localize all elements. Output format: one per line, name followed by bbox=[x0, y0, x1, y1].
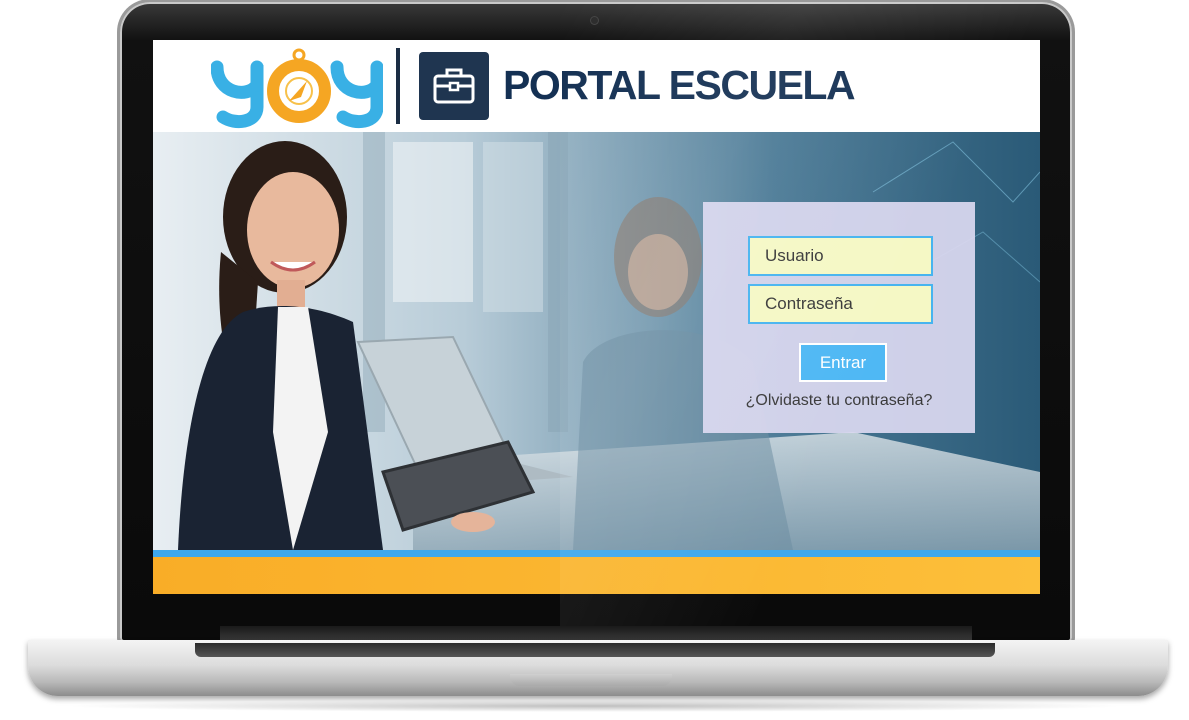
login-button[interactable]: Entrar bbox=[799, 343, 887, 382]
password-input[interactable] bbox=[748, 284, 933, 324]
briefcase-icon bbox=[433, 68, 475, 104]
hero-banner: Entrar ¿Olvidaste tu contraseña? bbox=[153, 132, 1040, 550]
laptop-shadow bbox=[60, 700, 1130, 712]
username-input[interactable] bbox=[748, 236, 933, 276]
portal-header: PORTAL ESCUELA bbox=[153, 40, 1040, 132]
trackpad-notch bbox=[510, 674, 672, 686]
login-panel: Entrar ¿Olvidaste tu contraseña? bbox=[703, 202, 975, 433]
yoy-logo bbox=[211, 48, 383, 129]
header-divider bbox=[396, 48, 400, 124]
webcam bbox=[591, 17, 598, 24]
footer-stripe-orange bbox=[153, 557, 1040, 594]
portal-title: PORTAL ESCUELA bbox=[503, 62, 856, 108]
screen: PORTAL ESCUELA Usuario Entrar ¿Olvidaste… bbox=[153, 40, 1040, 594]
footer-stripe-blue bbox=[153, 550, 1040, 557]
keyboard-slot bbox=[195, 643, 995, 657]
forgot-password-link[interactable]: ¿Olvidaste tu contraseña? bbox=[703, 392, 975, 410]
briefcase-badge bbox=[419, 52, 489, 120]
